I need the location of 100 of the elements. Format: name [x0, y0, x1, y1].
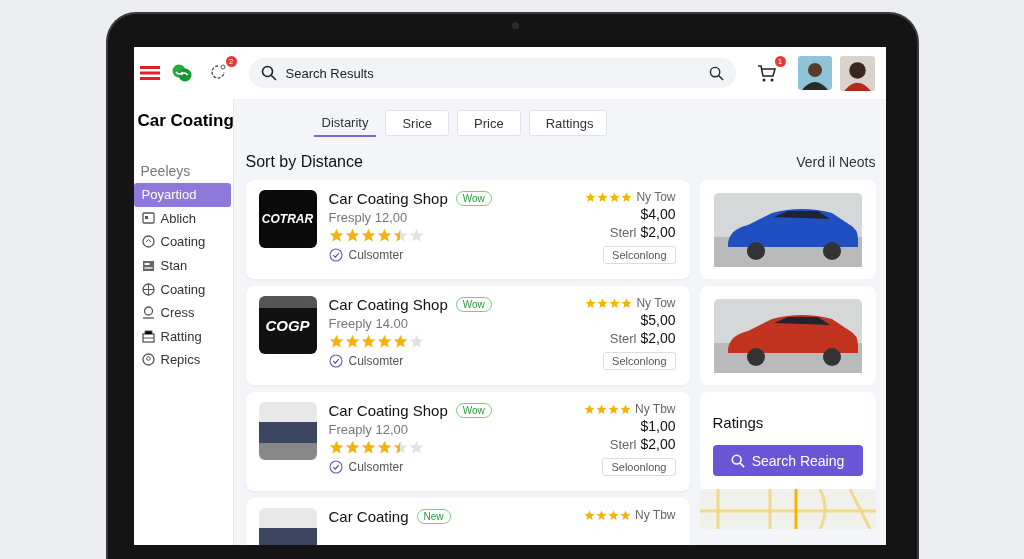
star-icon [344, 334, 360, 349]
star-icon [584, 403, 596, 415]
price-label: Sterl [609, 225, 637, 240]
shop-subtitle: Freeply 14.00 [328, 316, 409, 331]
star-icon [596, 509, 608, 521]
search-button[interactable]: Search Reaing [712, 445, 863, 476]
star-icon [408, 440, 424, 455]
sidebar-item[interactable]: Ablich [133, 206, 233, 231]
sidebar-item[interactable]: Stan [133, 253, 233, 278]
photo-placeholder [258, 402, 317, 460]
star-icon [609, 297, 621, 309]
sidebar-item[interactable]: Cress [133, 300, 233, 325]
star-icon [360, 440, 376, 455]
avatar-icon[interactable] [797, 56, 832, 90]
price: $4,00 [640, 206, 676, 222]
shop-subtitle: Freaply 12,00 [328, 422, 409, 437]
star-icon [392, 440, 408, 455]
select-button[interactable]: Selconlong [603, 352, 676, 370]
shop-photo: COGP [258, 296, 317, 354]
panel-icon [141, 259, 155, 272]
sidebar-item[interactable]: Coating [133, 277, 233, 301]
star-icon [376, 440, 392, 455]
rating-label: Ny Tow [636, 190, 676, 204]
drawer-icon [141, 329, 155, 343]
star-icon [408, 334, 424, 349]
check-circle-icon [328, 354, 343, 368]
section-heading: Sort by Distance [245, 153, 363, 171]
search-icon [260, 65, 277, 81]
select-button[interactable]: Selconlong [603, 246, 676, 264]
star-icon [360, 228, 376, 243]
star-icon [585, 297, 597, 309]
sort-tab[interactable]: Srice [385, 110, 450, 136]
rating-label: Ny Tbw [635, 508, 676, 522]
star-icon [621, 191, 633, 203]
shop-name[interactable]: Car Coating Shop [328, 296, 448, 313]
shop-name[interactable]: Car Coating [328, 508, 409, 525]
star-icon [597, 191, 609, 203]
star-icon [328, 440, 344, 455]
sidebar-item[interactable]: Repics [133, 348, 233, 372]
star-icon [344, 440, 360, 455]
shop-name[interactable]: Car Coating Shop [328, 402, 448, 419]
star-icon [621, 297, 633, 309]
star-icon [620, 403, 632, 415]
shop-card[interactable]: COTRAR Car Coating Shop Wow Fresply 12,00 Culsomter Ny Tow $4,00 Sterl $2,00 Selconlong [245, 180, 690, 279]
price-label: Sterl [609, 331, 637, 346]
id-card-icon [141, 212, 155, 225]
sort-tab[interactable]: Rattings [528, 110, 607, 136]
shop-tag: Culsomter [348, 354, 404, 368]
star-icon [597, 297, 609, 309]
section-label: Peeleys [139, 163, 192, 181]
star-icon [408, 228, 424, 243]
star-icon [609, 191, 621, 203]
rating-label: Ny Tow [636, 296, 676, 310]
ratings-title: Ratings [712, 414, 765, 431]
shop-tag: Culsomter [348, 460, 404, 474]
sidebar-item[interactable]: Coating [133, 230, 233, 254]
check-circle-icon [328, 248, 343, 262]
shop-card[interactable]: Car Coating New Ny Tbw [245, 498, 690, 545]
shop-logo: COTRAR [258, 190, 317, 248]
search-input[interactable]: Search Results [283, 64, 702, 82]
cart-icon[interactable] [756, 63, 777, 83]
star-icon [376, 334, 392, 349]
shop-subtitle: Fresply 12,00 [328, 210, 409, 225]
shop-name[interactable]: Car Coating Shop [328, 190, 448, 207]
star-icon [620, 509, 632, 521]
shop-tag: Culsomter [348, 248, 404, 262]
check-circle-icon [328, 460, 343, 474]
price: $5,00 [640, 312, 676, 328]
sidebar-item[interactable]: Ratting [133, 324, 233, 349]
view-link[interactable]: Verd il Neots [796, 154, 876, 170]
star-icon [596, 403, 608, 415]
price: $2,00 [640, 330, 676, 346]
person-icon [141, 306, 155, 320]
star-icon [608, 403, 620, 415]
shop-card[interactable]: Car Coating Shop Wow Freaply 12,00 Culsomter Ny Tbw $1,00 Sterl $2,00 Seloonlong [245, 392, 690, 491]
search-icon [730, 453, 745, 468]
avatar-icon[interactable] [839, 55, 875, 91]
price: $2,00 [640, 436, 676, 452]
search-field[interactable]: Search Results [248, 58, 736, 88]
logo-icon[interactable] [170, 63, 193, 83]
search-icon[interactable] [708, 65, 724, 81]
price: $1,00 [640, 418, 676, 434]
shop-card[interactable]: COGP Car Coating Shop Wow Freeply 14.00 Culsomter Ny Tow $5,00 Sterl $2,00 Selconlong [245, 286, 690, 385]
rating-label: Ny Tbw [635, 402, 676, 416]
star-icon [344, 228, 360, 243]
star-icon [608, 509, 620, 521]
star-icon [376, 228, 392, 243]
price: $2,00 [640, 224, 676, 240]
star-icon [585, 191, 597, 203]
select-button[interactable]: Seloonlong [602, 458, 676, 476]
camera-dot [512, 22, 519, 29]
sidebar-item[interactable]: Poyartiod [133, 183, 231, 207]
star-icon [392, 334, 408, 349]
page-title: Car Coating [137, 111, 233, 131]
price-label: Sterl [609, 437, 637, 452]
star-icon [328, 228, 344, 243]
sort-tab[interactable]: Distarity [313, 110, 377, 137]
menu-icon[interactable] [139, 65, 160, 81]
sort-tab[interactable]: Price [457, 110, 521, 136]
cart-badge: 1 [774, 56, 786, 67]
